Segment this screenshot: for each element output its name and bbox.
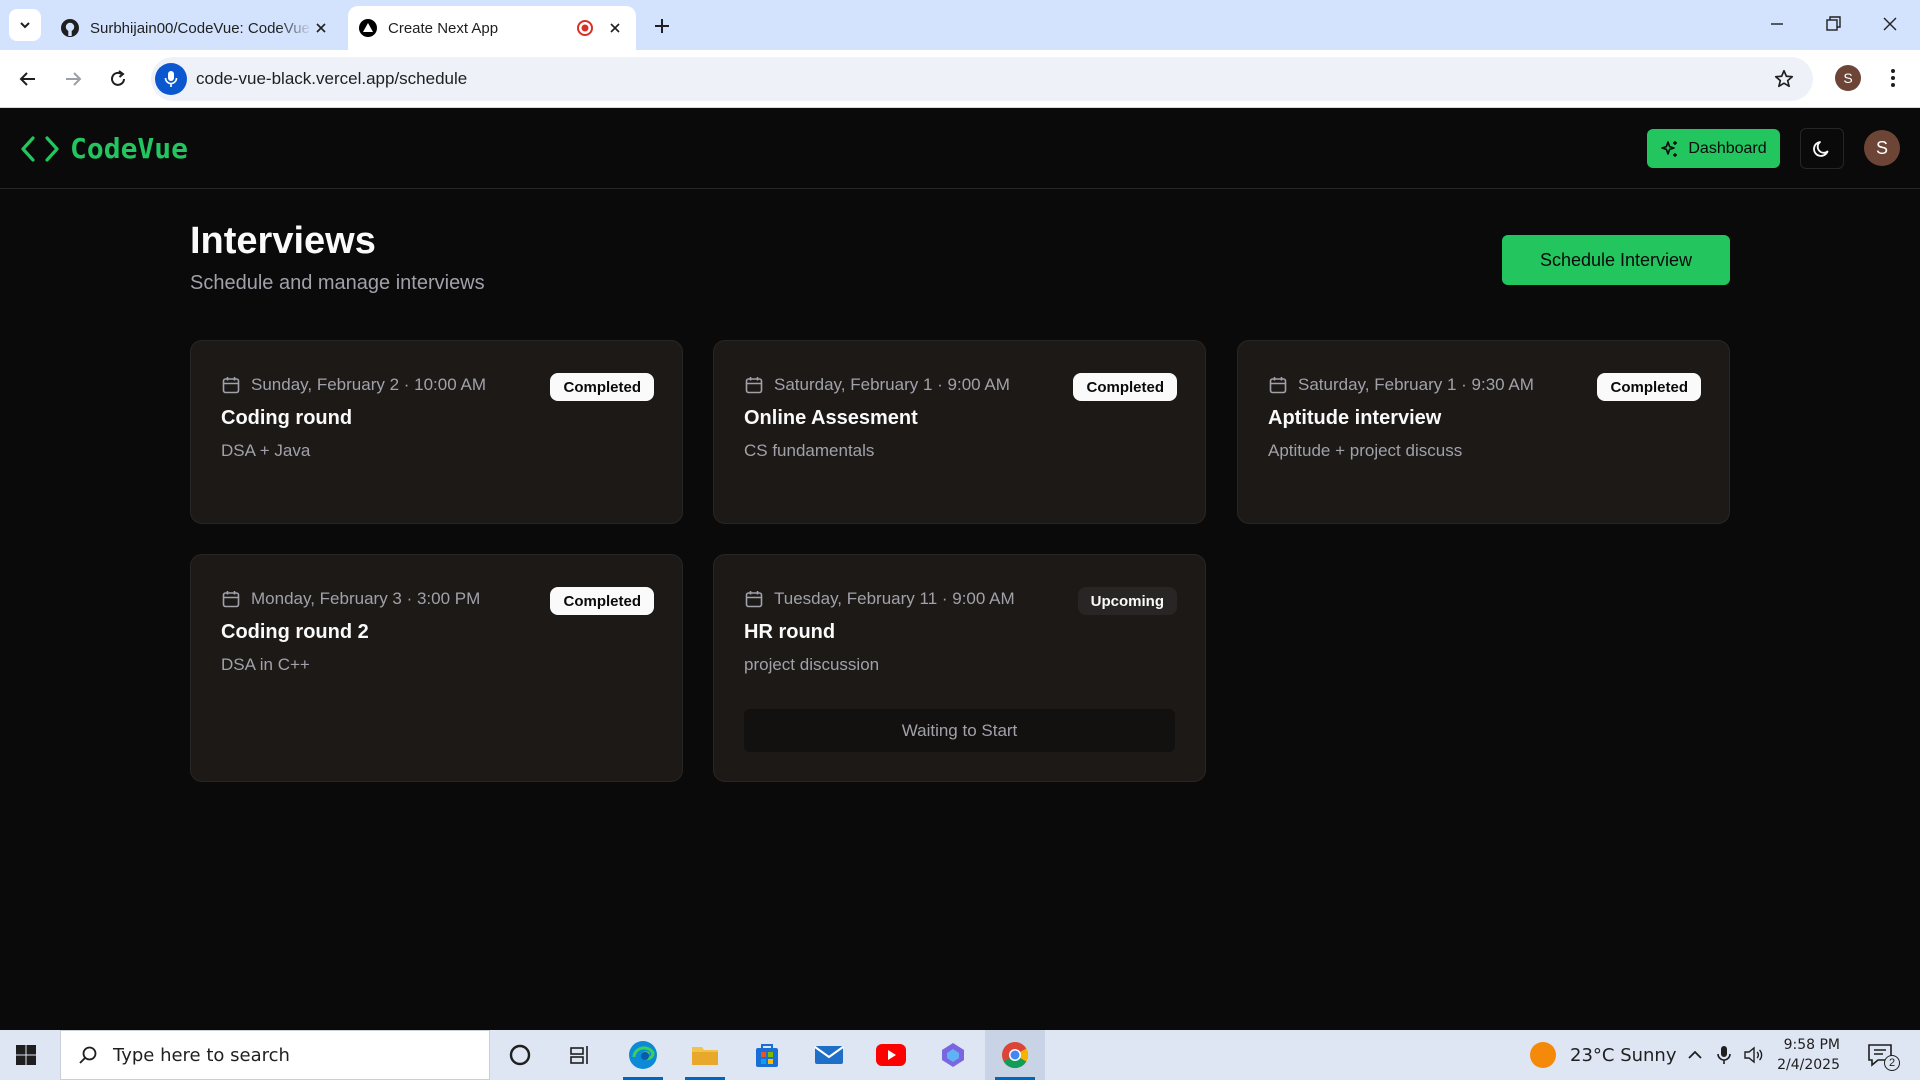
windows-start-icon[interactable] [14, 1043, 38, 1067]
brand-name: CodeVue [70, 132, 189, 165]
interview-description: DSA + Java [221, 441, 311, 460]
calendar-icon [745, 377, 763, 394]
minimize-icon[interactable] [1765, 12, 1789, 36]
interview-title: HR round [744, 621, 836, 643]
search-icon [79, 1046, 97, 1064]
interview-date-text: Sunday, February 2 · 10:00 AM [251, 375, 486, 394]
notification-count-badge: 2 [1884, 1055, 1900, 1071]
task-view-icon[interactable] [550, 1030, 610, 1080]
address-bar[interactable]: code-vue-black.vercel.app/schedule [151, 57, 1813, 101]
windows-taskbar: Type here to search 23°C Sunny 9:58 PM 2… [0, 1030, 1920, 1080]
user-avatar[interactable]: S [1864, 130, 1900, 166]
search-placeholder: Type here to search [113, 1044, 290, 1066]
weather-widget[interactable]: 23°C Sunny [1530, 1042, 1677, 1068]
interview-description: CS fundamentals [744, 441, 875, 460]
tab-search-button[interactable] [9, 9, 41, 41]
waiting-to-start-button[interactable]: Waiting to Start [744, 709, 1175, 752]
status-badge: Completed [550, 587, 654, 615]
mic-icon[interactable] [155, 63, 187, 95]
theme-toggle-button[interactable] [1800, 128, 1844, 169]
chevron-down-icon [20, 22, 30, 29]
calendar-icon [1269, 377, 1287, 394]
interview-card[interactable]: Sunday, February 2 · 10:00 AM Completed … [190, 340, 683, 524]
status-badge: Upcoming [1077, 587, 1177, 615]
tab-title: Create Next App [388, 19, 499, 37]
interview-date-text: Saturday, February 1 · 9:00 AM [774, 375, 1010, 394]
edge-browser-icon[interactable] [613, 1030, 673, 1080]
interview-card[interactable]: Monday, February 3 · 3:00 PM Completed C… [190, 554, 683, 782]
interview-date-text: Monday, February 3 · 3:00 PM [251, 589, 481, 608]
chrome-icon[interactable] [985, 1030, 1045, 1080]
nextjs-icon [359, 19, 377, 37]
schedule-interview-button[interactable]: Schedule Interview [1502, 235, 1730, 285]
status-badge: Completed [1597, 373, 1701, 401]
interview-title: Coding round 2 [221, 621, 369, 643]
interview-date-text: Saturday, February 1 · 9:30 AM [1298, 375, 1534, 394]
tab-github[interactable]: Surbhijain00/CodeVue: CodeVue [50, 6, 342, 50]
more-vert-icon[interactable] [1881, 66, 1905, 90]
interview-date-text: Tuesday, February 11 · 9:00 AM [774, 589, 1015, 608]
url-text: code-vue-black.vercel.app/schedule [196, 69, 468, 88]
microphone-icon[interactable] [1713, 1044, 1735, 1066]
github-icon [61, 19, 79, 37]
interview-datetime: Monday, February 3 · 3:00 PM [221, 589, 480, 609]
interview-description: project discussion [744, 655, 880, 674]
bookmark-star-icon[interactable] [1773, 68, 1795, 90]
sun-icon [1530, 1042, 1556, 1068]
taskbar-search[interactable]: Type here to search [60, 1030, 490, 1080]
reload-icon[interactable] [106, 67, 130, 91]
system-clock[interactable]: 9:58 PM 2/4/2025 [1770, 1035, 1840, 1075]
tab-create-next-app[interactable]: Create Next App [348, 6, 636, 50]
close-icon[interactable] [606, 19, 624, 37]
interview-title: Aptitude interview [1268, 407, 1442, 429]
dashboard-label: Dashboard [1688, 139, 1767, 157]
browser-profile-avatar[interactable]: S [1835, 65, 1861, 91]
close-icon[interactable] [312, 19, 330, 37]
page-title: Interviews [190, 220, 376, 262]
restore-icon[interactable] [1821, 12, 1845, 36]
interview-title: Coding round [221, 407, 353, 429]
moon-icon [1813, 140, 1829, 157]
recording-icon [577, 20, 593, 36]
mail-icon[interactable] [799, 1030, 859, 1080]
page-subtitle: Schedule and manage interviews [190, 272, 485, 294]
calendar-icon [745, 591, 763, 608]
interview-description: Aptitude + project discuss [1268, 441, 1463, 460]
interview-card[interactable]: Saturday, February 1 · 9:00 AM Completed… [713, 340, 1206, 524]
sparkles-icon [1661, 140, 1678, 157]
interview-datetime: Saturday, February 1 · 9:00 AM [744, 375, 1010, 395]
file-explorer-icon[interactable] [675, 1030, 735, 1080]
calendar-icon [222, 591, 240, 608]
interview-datetime: Tuesday, February 11 · 9:00 AM [744, 589, 1015, 609]
cortana-icon[interactable] [490, 1030, 550, 1080]
brand-logo[interactable]: CodeVue [20, 132, 188, 165]
browser-toolbar: code-vue-black.vercel.app/schedule S [0, 50, 1920, 108]
app-header: CodeVue Dashboard S [0, 108, 1920, 189]
status-badge: Completed [550, 373, 654, 401]
forward-arrow-icon[interactable] [61, 67, 85, 91]
back-arrow-icon[interactable] [16, 67, 40, 91]
code-brackets-icon [21, 135, 59, 162]
dashboard-button[interactable]: Dashboard [1647, 129, 1780, 168]
microsoft-store-icon[interactable] [737, 1030, 797, 1080]
status-badge: Completed [1073, 373, 1177, 401]
interview-datetime: Sunday, February 2 · 10:00 AM [221, 375, 486, 395]
calendar-icon [222, 377, 240, 394]
tab-title: Surbhijain00/CodeVue: CodeVue [90, 19, 310, 37]
youtube-icon[interactable] [861, 1030, 921, 1080]
weather-text: 23°C Sunny [1570, 1044, 1677, 1066]
interview-description: DSA in C++ [221, 655, 310, 674]
interview-datetime: Saturday, February 1 · 9:30 AM [1268, 375, 1534, 395]
interview-title: Online Assesment [744, 407, 918, 429]
interview-card[interactable]: Tuesday, February 11 · 9:00 AM Upcoming … [713, 554, 1206, 782]
close-window-icon[interactable] [1878, 12, 1902, 36]
volume-icon[interactable] [1742, 1044, 1764, 1066]
browser-tab-bar: Surbhijain00/CodeVue: CodeVue Create Nex… [0, 0, 1920, 50]
chevron-up-icon[interactable] [1684, 1044, 1706, 1066]
copilot-icon[interactable] [923, 1030, 983, 1080]
new-tab-icon[interactable] [650, 14, 674, 38]
interview-card[interactable]: Saturday, February 1 · 9:30 AM Completed… [1237, 340, 1730, 524]
clock-date: 2/4/2025 [1777, 1057, 1840, 1073]
clock-time: 9:58 PM [1783, 1037, 1840, 1053]
